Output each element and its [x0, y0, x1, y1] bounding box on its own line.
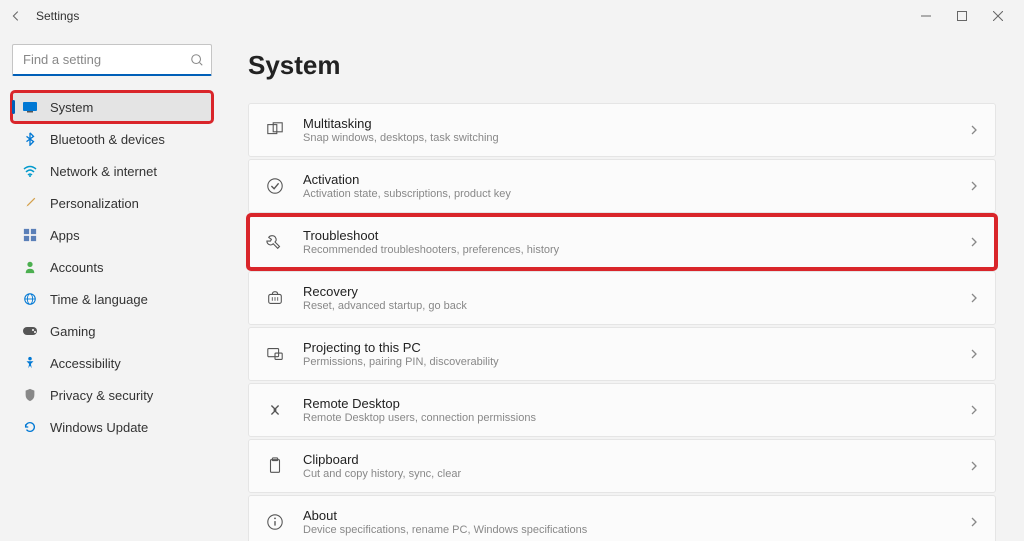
setting-title: Clipboard — [303, 452, 951, 467]
wifi-icon — [22, 163, 38, 179]
sidebar-item-label: Apps — [50, 228, 80, 243]
sidebar-item-label: Network & internet — [50, 164, 157, 179]
sidebar-item-network-internet[interactable]: Network & internet — [12, 156, 212, 186]
setting-desc: Device specifications, rename PC, Window… — [303, 524, 951, 536]
chevron-right-icon — [969, 516, 979, 528]
titlebar: Settings — [0, 0, 1024, 32]
multitasking-icon — [265, 120, 285, 140]
sidebar-item-label: Personalization — [50, 196, 139, 211]
sidebar-item-accounts[interactable]: Accounts — [12, 252, 212, 282]
sidebar-item-personalization[interactable]: Personalization — [12, 188, 212, 218]
apps-icon — [22, 227, 38, 243]
troubleshoot-icon — [265, 232, 285, 252]
chevron-right-icon — [969, 292, 979, 304]
setting-title: Activation — [303, 172, 951, 187]
chevron-right-icon — [969, 404, 979, 416]
setting-title: Recovery — [303, 284, 951, 299]
sidebar-item-label: Windows Update — [50, 420, 148, 435]
accessibility-icon — [22, 355, 38, 371]
sidebar-item-label: Bluetooth & devices — [50, 132, 165, 147]
sidebar-item-system[interactable]: System — [12, 92, 212, 122]
sidebar-item-windows-update[interactable]: Windows Update — [12, 412, 212, 442]
projecting-icon — [265, 344, 285, 364]
shield-icon — [22, 387, 38, 403]
setting-row-activation[interactable]: ActivationActivation state, subscription… — [248, 159, 996, 213]
search-icon — [190, 53, 204, 67]
setting-row-remote-desktop[interactable]: Remote DesktopRemote Desktop users, conn… — [248, 383, 996, 437]
sidebar-item-privacy-security[interactable]: Privacy & security — [12, 380, 212, 410]
setting-row-projecting-to-this-pc[interactable]: Projecting to this PCPermissions, pairin… — [248, 327, 996, 381]
setting-desc: Activation state, subscriptions, product… — [303, 188, 951, 200]
update-icon — [22, 419, 38, 435]
setting-row-recovery[interactable]: RecoveryReset, advanced startup, go back — [248, 271, 996, 325]
chevron-right-icon — [969, 180, 979, 192]
minimize-button[interactable] — [908, 2, 944, 30]
sidebar-item-apps[interactable]: Apps — [12, 220, 212, 250]
sidebar-item-gaming[interactable]: Gaming — [12, 316, 212, 346]
setting-title: Troubleshoot — [303, 228, 951, 243]
setting-desc: Snap windows, desktops, task switching — [303, 132, 951, 144]
setting-desc: Permissions, pairing PIN, discoverabilit… — [303, 356, 951, 368]
setting-desc: Reset, advanced startup, go back — [303, 300, 951, 312]
system-icon — [22, 99, 38, 115]
person-icon — [22, 259, 38, 275]
activation-icon — [265, 176, 285, 196]
sidebar-item-time-language[interactable]: Time & language — [12, 284, 212, 314]
sidebar-item-accessibility[interactable]: Accessibility — [12, 348, 212, 378]
brush-icon — [22, 195, 38, 211]
close-button[interactable] — [980, 2, 1016, 30]
remote-icon — [265, 400, 285, 420]
globe-icon — [22, 291, 38, 307]
sidebar-item-label: Gaming — [50, 324, 96, 339]
sidebar-item-label: Accessibility — [50, 356, 121, 371]
sidebar-item-label: Privacy & security — [50, 388, 153, 403]
chevron-right-icon — [969, 124, 979, 136]
setting-row-troubleshoot[interactable]: TroubleshootRecommended troubleshooters,… — [248, 215, 996, 269]
gaming-icon — [22, 323, 38, 339]
sidebar-item-label: Accounts — [50, 260, 103, 275]
back-button[interactable] — [8, 8, 24, 24]
main-content: System MultitaskingSnap windows, desktop… — [220, 32, 1024, 541]
setting-desc: Remote Desktop users, connection permiss… — [303, 412, 951, 424]
chevron-right-icon — [969, 236, 979, 248]
page-title: System — [248, 50, 996, 81]
search-input[interactable] — [12, 44, 212, 76]
bluetooth-icon — [22, 131, 38, 147]
sidebar-item-label: Time & language — [50, 292, 148, 307]
chevron-right-icon — [969, 460, 979, 472]
setting-title: Multitasking — [303, 116, 951, 131]
setting-title: Remote Desktop — [303, 396, 951, 411]
maximize-button[interactable] — [944, 2, 980, 30]
recovery-icon — [265, 288, 285, 308]
app-title: Settings — [36, 9, 79, 23]
setting-row-clipboard[interactable]: ClipboardCut and copy history, sync, cle… — [248, 439, 996, 493]
setting-title: Projecting to this PC — [303, 340, 951, 355]
sidebar: System Bluetooth & devices Network & inter… — [0, 32, 220, 541]
setting-row-about[interactable]: AboutDevice specifications, rename PC, W… — [248, 495, 996, 541]
chevron-right-icon — [969, 348, 979, 360]
about-icon — [265, 512, 285, 532]
sidebar-item-bluetooth-devices[interactable]: Bluetooth & devices — [12, 124, 212, 154]
setting-row-multitasking[interactable]: MultitaskingSnap windows, desktops, task… — [248, 103, 996, 157]
sidebar-item-label: System — [50, 100, 93, 115]
setting-desc: Recommended troubleshooters, preferences… — [303, 244, 951, 256]
setting-desc: Cut and copy history, sync, clear — [303, 468, 951, 480]
setting-title: About — [303, 508, 951, 523]
clipboard-icon — [265, 456, 285, 476]
